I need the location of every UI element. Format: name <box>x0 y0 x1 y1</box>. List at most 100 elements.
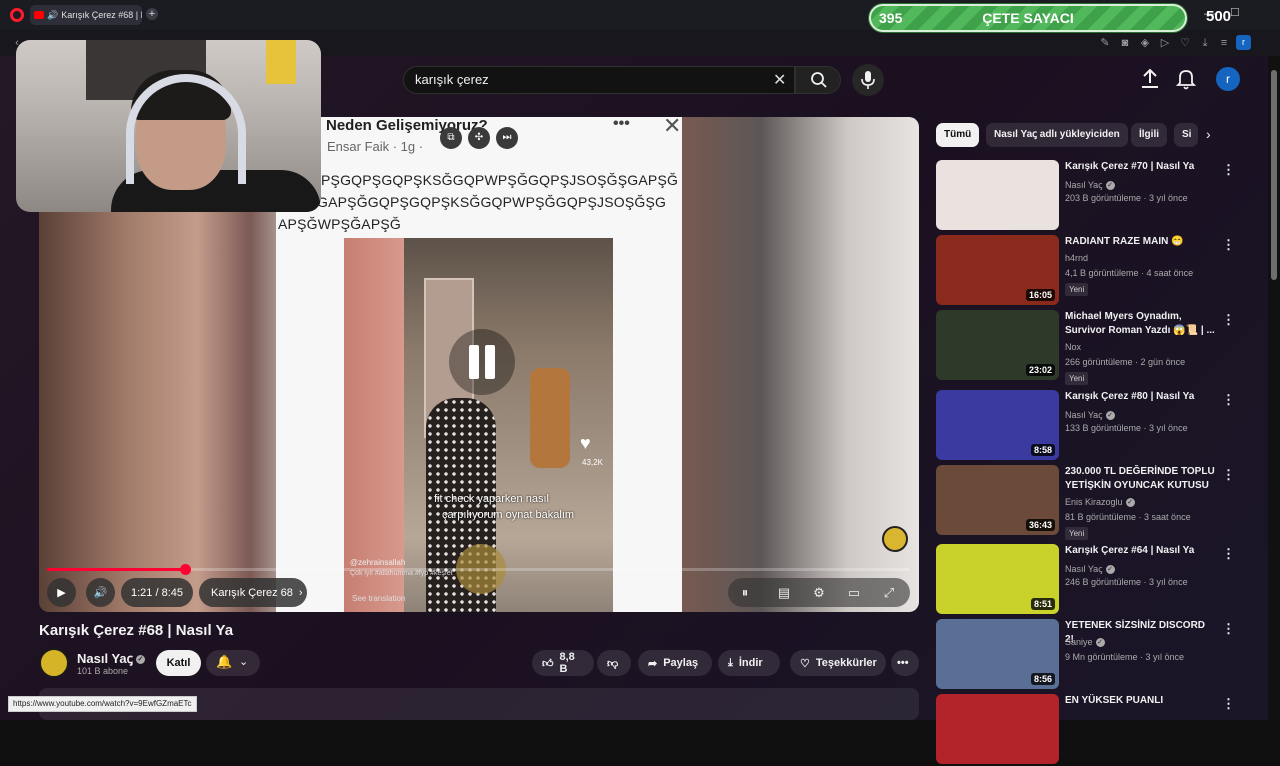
recommendation-channel[interactable]: Saniye ✓ <box>1065 637 1105 648</box>
webcam-warning-sign <box>266 40 296 84</box>
counter-goal: 500 <box>1206 8 1232 25</box>
account-avatar[interactable]: r <box>1216 67 1240 91</box>
subscription-bell-button[interactable]: 🔔 ⌄ <box>206 650 260 676</box>
short-like-count: 43,2K <box>582 458 603 467</box>
recommendation-item[interactable]: 36:43 230.000 TL DEĞERİNDE TOPLU YETİŞKİN… <box>936 465 1236 540</box>
recommendation-channel-name: Nasıl Yaꞔ <box>1065 410 1103 420</box>
play-icon[interactable]: ▷ <box>1158 36 1172 50</box>
recommendation-meta: 266 görüntüleme · 2 gün önce <box>1065 357 1186 367</box>
recommendation-channel[interactable]: Enis Kirazoglu ✓ <box>1065 497 1135 508</box>
recommendation-item[interactable]: EN YÜKSEK PUANLI ⋮ <box>936 694 1236 766</box>
recommendation-item[interactable]: Karışık Çerez #70 | Nasıl Ya Nasıl Yaꞔ ✓ 20… <box>936 160 1236 232</box>
theater-mode-icon[interactable]: ▭ <box>844 583 864 603</box>
recommendation-item[interactable]: 8:58 Karışık Çerez #80 | Nasıl Ya Nasıl Ya… <box>936 390 1236 462</box>
more-vert-icon[interactable]: ⋮ <box>1222 312 1235 328</box>
search-button[interactable] <box>795 66 841 94</box>
subtitles-icon[interactable]: ▤ <box>774 583 794 603</box>
recommendation-title[interactable]: Karışık Çerez #70 | Nasıl Ya <box>1065 160 1215 174</box>
more-vert-icon[interactable]: ⋮ <box>1222 621 1235 637</box>
video-thumbnail[interactable] <box>936 160 1059 230</box>
upload-icon[interactable] <box>1140 68 1160 90</box>
fullscreen-icon[interactable]: ⤢ <box>879 583 899 603</box>
video-thumbnail[interactable] <box>936 694 1059 764</box>
notifications-bell-icon[interactable] <box>1176 68 1196 90</box>
more-vert-icon[interactable]: ⋮ <box>1222 237 1235 253</box>
browser-tab[interactable]: 🔊 Karışık Çerez #68 | Na <box>30 5 142 25</box>
more-vert-icon[interactable]: ⋮ <box>1222 696 1235 712</box>
search-input[interactable]: karışık çerez <box>403 66 795 94</box>
channel-watermark-icon[interactable] <box>882 526 908 552</box>
channel-name[interactable]: Nasıl Yaꞔ ✓ <box>77 649 145 667</box>
chip-more[interactable]: Si <box>1174 123 1198 147</box>
camera-icon[interactable]: ◙ <box>1118 36 1132 50</box>
video-thumbnail[interactable]: 8:51 <box>936 544 1059 614</box>
menu-icon[interactable]: ≡ <box>1217 36 1231 50</box>
play-button[interactable]: ▶ <box>47 578 76 607</box>
video-thumbnail[interactable]: 23:02 <box>936 310 1059 380</box>
recommendation-title[interactable]: Michael Myers Oynadım, Survivor Roman Ya… <box>1065 310 1215 338</box>
video-thumbnail[interactable]: 16:05 <box>936 235 1059 305</box>
chevron-right-icon[interactable]: › <box>1206 126 1211 142</box>
recommendation-title[interactable]: Karışık Çerez #64 | Nasıl Ya <box>1065 544 1215 558</box>
recommendation-channel[interactable]: Nasıl Yaꞔ ✓ <box>1065 562 1115 575</box>
speaker-icon[interactable]: 🔊 <box>47 10 58 21</box>
recommendation-title[interactable]: EN YÜKSEK PUANLI <box>1065 694 1215 708</box>
recommendation-item[interactable]: 23:02 Michael Myers Oynadım, Survivor Rom… <box>936 310 1236 385</box>
recommendation-channel[interactable]: Nasıl Yaꞔ ✓ <box>1065 178 1115 191</box>
more-vert-icon[interactable]: ⋮ <box>1222 162 1235 178</box>
pause-icon[interactable] <box>449 329 515 395</box>
scrollbar-thumb[interactable] <box>1271 70 1277 280</box>
more-vert-icon[interactable]: ⋮ <box>1222 392 1235 408</box>
chip-related[interactable]: İlgili <box>1131 123 1167 147</box>
share-button[interactable]: ➦ Paylaş <box>638 650 712 676</box>
heart-icon[interactable]: ♡ <box>1178 36 1192 50</box>
recommendation-item[interactable]: 8:56 YETENEK SİZSİNİZ DISCORD 2! Saniye ✓ 9 … <box>936 619 1236 691</box>
chapter-button[interactable]: Karışık Çerez 68 › <box>199 578 307 607</box>
share-link-icon[interactable]: ✣ <box>468 127 490 149</box>
like-button[interactable]: 👍︎ 8,8 B <box>532 650 594 676</box>
shield-icon[interactable]: ◈ <box>1138 36 1152 50</box>
join-button[interactable]: Katıl <box>156 650 201 676</box>
voice-search-button[interactable] <box>852 64 884 96</box>
recommendation-channel[interactable]: Nox <box>1065 342 1081 352</box>
miniplayer-icon[interactable]: ⧉ <box>440 127 462 149</box>
progress-scrubber[interactable] <box>180 564 191 575</box>
more-vert-icon[interactable]: ⋮ <box>1222 546 1235 562</box>
more-actions-button[interactable]: ••• <box>891 650 919 676</box>
chip-from-uploader[interactable]: Nasıl Yaꞔ adlı yükleyiciden <box>986 123 1128 147</box>
post-author: Ensar Faik · 1g · <box>327 139 424 154</box>
channel-avatar[interactable] <box>39 648 69 678</box>
download-button[interactable]: ⤓ İndir <box>718 650 780 676</box>
chevron-down-icon: ⌄ <box>239 656 249 668</box>
autoplay-toggle-icon[interactable]: ⏸ <box>735 583 755 603</box>
new-tab-button[interactable]: + <box>146 8 158 20</box>
thanks-button[interactable]: ♡ Teşekkürler <box>790 650 886 676</box>
edit-icon[interactable]: ✎ <box>1098 36 1112 50</box>
maximize-button[interactable]: ☐ <box>1230 6 1240 19</box>
more-vert-icon[interactable]: ⋮ <box>1222 467 1235 483</box>
recommendation-item[interactable]: 8:51 Karışık Çerez #64 | Nasıl Ya Nasıl Ya… <box>936 544 1236 616</box>
dislike-button[interactable]: 👎︎ <box>597 650 631 676</box>
recommendation-meta: 81 B görüntüleme · 3 saat önce <box>1065 512 1191 522</box>
video-thumbnail[interactable]: 36:43 <box>936 465 1059 535</box>
download-icon[interactable]: ⤓ <box>1198 36 1212 50</box>
skip-icon[interactable]: ⏭ <box>496 127 518 149</box>
video-thumbnail[interactable]: 8:58 <box>936 390 1059 460</box>
clear-search-icon[interactable]: ✕ <box>773 70 786 90</box>
super-thanks-icon: ♡ <box>800 657 810 670</box>
recommendation-channel[interactable]: Nasıl Yaꞔ ✓ <box>1065 408 1115 421</box>
chip-all[interactable]: Tümü <box>936 123 980 147</box>
short-caption: çarpılıyorum oynat bakalım <box>442 509 575 521</box>
opera-logo-icon[interactable] <box>10 8 24 22</box>
recommendation-title[interactable]: RADIANT RAZE MAIN 😁 <box>1065 235 1215 249</box>
recommendation-title[interactable]: 230.000 TL DEĞERİNDE TOPLU YETİŞKİN OYUN… <box>1065 465 1215 493</box>
recommendation-item[interactable]: 16:05 RADIANT RAZE MAIN 😁 h4rnd 4,1 B görün… <box>936 235 1236 307</box>
settings-gear-icon[interactable]: ⚙ <box>809 583 829 603</box>
recommendation-channel[interactable]: h4rnd <box>1065 253 1088 263</box>
post-title: Neden Gelişemiyoruz? <box>326 117 488 134</box>
volume-button[interactable]: 🔊 <box>86 578 115 607</box>
browser-profile-avatar[interactable]: r <box>1236 35 1251 50</box>
short-caption: fit check yaparken nasıl <box>434 493 549 505</box>
video-thumbnail[interactable]: 8:56 <box>936 619 1059 689</box>
recommendation-title[interactable]: Karışık Çerez #80 | Nasıl Ya <box>1065 390 1215 404</box>
